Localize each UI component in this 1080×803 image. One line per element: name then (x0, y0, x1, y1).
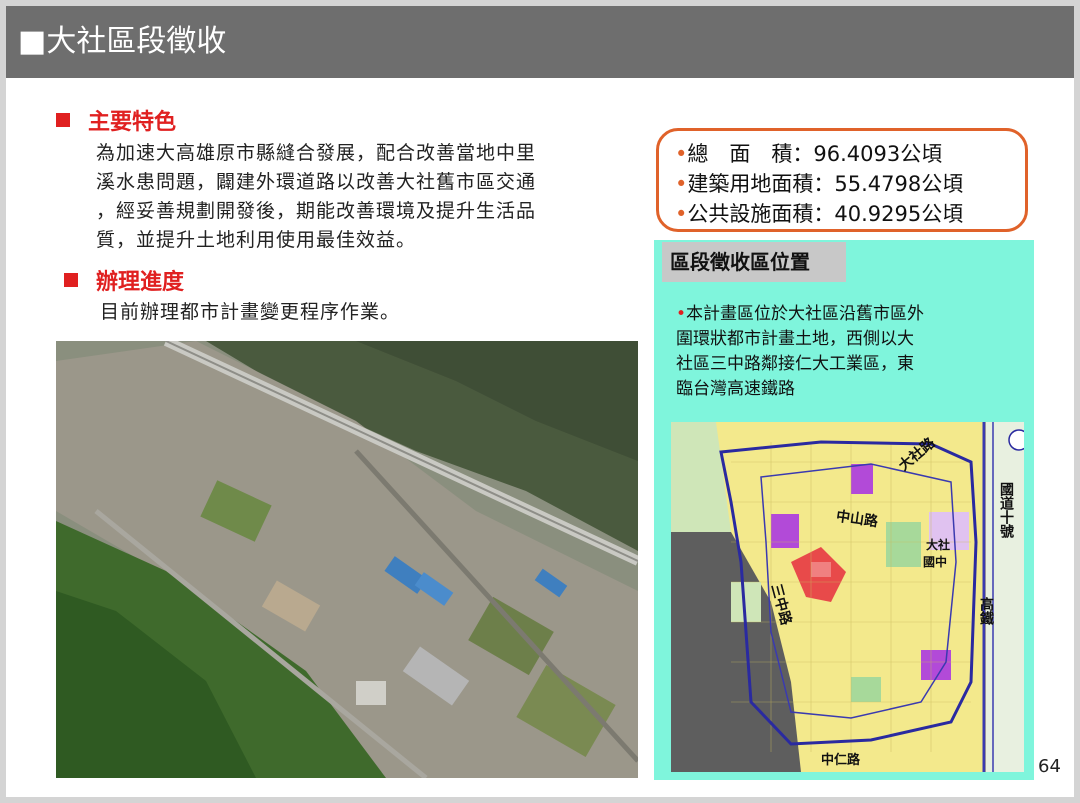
slide-title: ■大社區段徵收 (6, 6, 1074, 78)
location-heading: 區段徵收區位置 (662, 242, 846, 282)
page-number: 64 (1038, 756, 1061, 777)
features-heading-text: 主要特色 (88, 110, 177, 135)
north-arrow-icon (1008, 429, 1024, 451)
location-map: 大社路 中山路 大社 國中 三中路 中仁路 國道十號 高鐵 (671, 422, 1024, 772)
stat-public-area: •公共設施面積：40.9295公頃 (675, 202, 964, 226)
map-label-zhongren-road: 中仁路 (821, 752, 861, 768)
features-text: 為加速大高雄原市縣縫合發展，配合改善當地中里 溪水患問題，闢建外環道路以改善大社… (96, 139, 636, 255)
map-label-school-1: 大社 (926, 537, 950, 552)
aerial-photo (56, 341, 638, 778)
progress-heading: 辦理進度 (64, 264, 184, 296)
features-line: 溪水患問題，闢建外環道路以改善大社舊市區交通 (96, 171, 537, 193)
progress-text: 目前辦理都市計畫變更程序作業。 (100, 301, 401, 323)
features-line: 為加速大高雄原市縣縫合發展，配合改善當地中里 (96, 142, 537, 164)
bullet-square-icon (64, 273, 78, 287)
features-line: ，經妥善規劃開發後，期能改善環境及提升生活品 (96, 200, 537, 222)
map-drawing: 大社路 中山路 大社 國中 三中路 中仁路 國道十號 高鐵 (671, 422, 1024, 772)
stats-box: •總 面 積：96.4093公頃 •建築用地面積：55.4798公頃 •公共設施… (656, 128, 1028, 232)
location-line: 圍環狀都市計畫土地，西側以大 (676, 329, 914, 349)
location-text: •本計畫區位於大社區沿舊市區外 圍環狀都市計畫土地，西側以大 社區三中路鄰接仁大… (676, 302, 996, 402)
stat-building-area: •建築用地面積：55.4798公頃 (675, 172, 964, 196)
features-line: 質，並提升土地利用使用最佳效益。 (96, 229, 417, 251)
features-heading: 主要特色 (56, 104, 176, 136)
map-label-freeway: 國道十號 (998, 482, 1014, 539)
location-line: 臨台灣高速鐵路 (676, 379, 795, 399)
slide: ■大社區段徵收 主要特色 為加速大高雄原市縣縫合發展，配合改善當地中里 溪水患問… (6, 6, 1074, 797)
map-label-school-2: 國中 (923, 554, 947, 569)
stat-total-area: •總 面 積：96.4093公頃 (675, 142, 943, 166)
map-label-hsr: 高鐵 (978, 596, 994, 626)
location-line: 社區三中路鄰接仁大工業區，東 (676, 354, 914, 374)
bullet-square-icon (56, 113, 70, 127)
progress-heading-text: 辦理進度 (96, 270, 185, 295)
location-line: •本計畫區位於大社區沿舊市區外 (676, 304, 925, 324)
location-panel: 區段徵收區位置 •本計畫區位於大社區沿舊市區外 圍環狀都市計畫土地，西側以大 社… (654, 240, 1034, 780)
